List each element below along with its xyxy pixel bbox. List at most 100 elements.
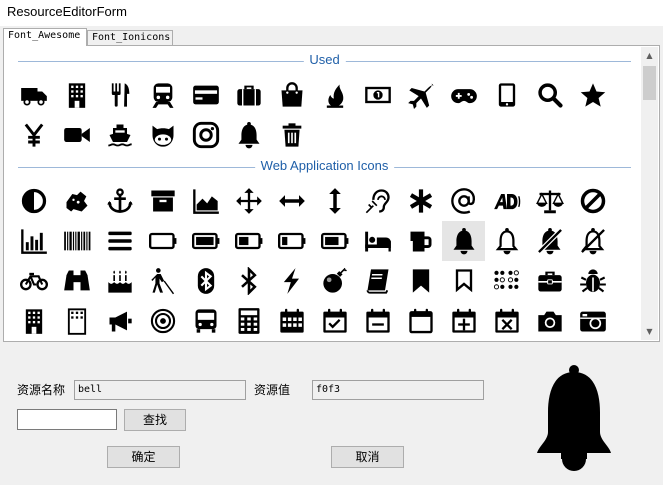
- adjust-icon[interactable]: [12, 181, 55, 221]
- truck-icon[interactable]: [12, 75, 55, 115]
- balance-scale-icon[interactable]: [528, 181, 571, 221]
- bullhorn-icon[interactable]: [98, 301, 141, 338]
- video-camera-icon[interactable]: [55, 115, 98, 155]
- briefcase-icon[interactable]: [528, 261, 571, 301]
- bug-icon[interactable]: [571, 261, 614, 301]
- calendar-check-icon[interactable]: [313, 301, 356, 338]
- at-icon[interactable]: [442, 181, 485, 221]
- camera-retro-icon-glyph: [579, 311, 606, 332]
- calendar-icon[interactable]: [270, 301, 313, 338]
- bell-icon[interactable]: [227, 115, 270, 155]
- money-icon[interactable]: [356, 75, 399, 115]
- vertical-scrollbar[interactable]: ▲ ▼: [641, 47, 658, 340]
- battery-full-icon[interactable]: [184, 221, 227, 261]
- sign-language-icon[interactable]: [55, 181, 98, 221]
- anchor-icon[interactable]: [98, 181, 141, 221]
- calendar-plus-icon-glyph: [451, 308, 476, 333]
- barcode-icon[interactable]: [55, 221, 98, 261]
- anchor-icon-glyph: [106, 188, 133, 213]
- fire-icon[interactable]: [313, 75, 356, 115]
- tab-font-ionicons[interactable]: Font_Ionicons: [87, 30, 173, 45]
- calendar-plus-icon[interactable]: [442, 301, 485, 338]
- yen-icon[interactable]: [12, 115, 55, 155]
- search-input[interactable]: [17, 409, 117, 430]
- bolt-icon[interactable]: [270, 261, 313, 301]
- bookmark-o-icon[interactable]: [442, 261, 485, 301]
- bluetooth-icon[interactable]: [184, 261, 227, 301]
- battery-empty-icon[interactable]: [141, 221, 184, 261]
- cutlery-icon[interactable]: [98, 75, 141, 115]
- gamepad-icon[interactable]: [442, 75, 485, 115]
- braille-icon[interactable]: [485, 261, 528, 301]
- battery-full-icon-glyph: [191, 232, 219, 250]
- bell-o-icon[interactable]: [485, 221, 528, 261]
- battery-quarter-icon-glyph: [277, 232, 305, 250]
- book-icon[interactable]: [356, 261, 399, 301]
- area-chart-icon[interactable]: [184, 181, 227, 221]
- battery-half-icon[interactable]: [227, 221, 270, 261]
- tablet-icon[interactable]: [485, 75, 528, 115]
- calendar-o-icon[interactable]: [399, 301, 442, 338]
- calendar-minus-icon[interactable]: [356, 301, 399, 338]
- name-label: 资源名称: [17, 383, 66, 397]
- ship-icon[interactable]: [98, 115, 141, 155]
- bluetooth-b-icon[interactable]: [227, 261, 270, 301]
- arrows-v-icon[interactable]: [313, 181, 356, 221]
- bed-icon[interactable]: [356, 221, 399, 261]
- star-icon-glyph: [580, 83, 605, 107]
- birthday-cake-icon[interactable]: [98, 261, 141, 301]
- bicycle-icon[interactable]: [12, 261, 55, 301]
- battery-quarter-icon[interactable]: [270, 221, 313, 261]
- bars-icon[interactable]: [98, 221, 141, 261]
- bar-chart-icon-glyph: [20, 229, 47, 254]
- bolt-icon-glyph: [283, 268, 299, 294]
- scroll-thumb[interactable]: [643, 66, 656, 100]
- bell-icon-glyph: [453, 228, 474, 255]
- bell-icon[interactable]: [442, 221, 485, 261]
- shopping-bag-icon[interactable]: [270, 75, 313, 115]
- bullseye-icon[interactable]: [141, 301, 184, 338]
- calculator-icon[interactable]: [227, 301, 270, 338]
- camera-icon[interactable]: [528, 301, 571, 338]
- bus-icon[interactable]: [184, 301, 227, 338]
- beer-icon[interactable]: [399, 221, 442, 261]
- bookmark-icon[interactable]: [399, 261, 442, 301]
- icon-scroll-area[interactable]: Used Web Application Icons: [12, 49, 637, 338]
- arrows-icon[interactable]: [227, 181, 270, 221]
- trash-icon[interactable]: [270, 115, 313, 155]
- credit-card-icon[interactable]: [184, 75, 227, 115]
- binoculars-icon[interactable]: [55, 261, 98, 301]
- suitcase-icon[interactable]: [227, 75, 270, 115]
- plane-icon[interactable]: [399, 75, 442, 115]
- search-icon[interactable]: [528, 75, 571, 115]
- bar-chart-icon[interactable]: [12, 221, 55, 261]
- building-icon[interactable]: [12, 301, 55, 338]
- assistive-listening-icon[interactable]: [356, 181, 399, 221]
- instagram-icon[interactable]: [184, 115, 227, 155]
- camera-retro-icon[interactable]: [571, 301, 614, 338]
- ban-icon[interactable]: [571, 181, 614, 221]
- bell-slash-icon[interactable]: [528, 221, 571, 261]
- archive-icon[interactable]: [141, 181, 184, 221]
- ok-button[interactable]: 确定: [107, 446, 180, 468]
- scroll-down-icon[interactable]: ▼: [641, 323, 658, 340]
- bomb-icon[interactable]: [313, 261, 356, 301]
- building-icon[interactable]: [55, 75, 98, 115]
- star-icon[interactable]: [571, 75, 614, 115]
- battery-three-quarters-icon[interactable]: [313, 221, 356, 261]
- scroll-up-icon[interactable]: ▲: [641, 47, 658, 64]
- tab-font-awesome[interactable]: Font_Awesome: [3, 28, 87, 46]
- battery-half-icon-glyph: [234, 232, 262, 250]
- arrows-h-icon[interactable]: [270, 181, 313, 221]
- calendar-times-icon[interactable]: [485, 301, 528, 338]
- suitcase-icon-glyph: [236, 85, 261, 106]
- cancel-button[interactable]: 取消: [331, 446, 404, 468]
- train-icon[interactable]: [141, 75, 184, 115]
- audio-description-icon[interactable]: [485, 181, 528, 221]
- blind-icon[interactable]: [141, 261, 184, 301]
- search-button[interactable]: 查找: [124, 409, 186, 431]
- asterisk-icon[interactable]: [399, 181, 442, 221]
- building-o-icon[interactable]: [55, 301, 98, 338]
- bell-slash-o-icon[interactable]: [571, 221, 614, 261]
- github-icon[interactable]: [141, 115, 184, 155]
